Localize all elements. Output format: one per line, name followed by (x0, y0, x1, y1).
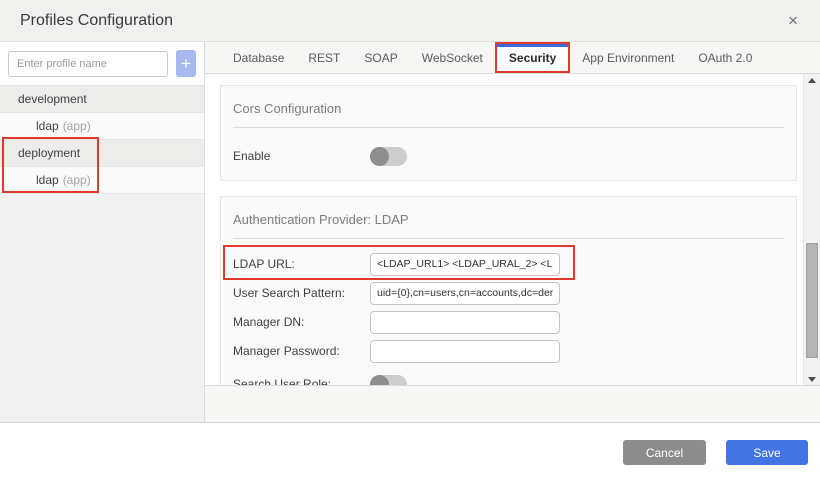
security-settings-content: Cors Configuration Enable Authentication… (205, 74, 803, 385)
tab-bar: Database REST SOAP WebSocket Security Ap… (205, 42, 820, 74)
cors-configuration-section: Cors Configuration Enable (220, 85, 797, 181)
manager-dn-label: Manager DN: (233, 315, 370, 329)
scrollbar-thumb[interactable] (806, 243, 818, 358)
enable-label: Enable (233, 149, 370, 163)
add-profile-button[interactable]: + (176, 50, 196, 77)
dialog-title: Profiles Configuration (20, 12, 173, 30)
toggle-knob-icon (370, 375, 389, 386)
ldap-provider-section: Authentication Provider: LDAP LDAP URL: … (220, 196, 797, 385)
profile-item-deployment[interactable]: deployment (0, 140, 204, 167)
section-divider (233, 238, 784, 239)
profile-item-suffix: (app) (63, 119, 91, 133)
profile-item-development[interactable]: development (0, 86, 204, 113)
manager-password-input[interactable] (370, 340, 560, 363)
profile-create-bar: + (0, 42, 204, 85)
manager-dn-row: Manager DN: (233, 309, 784, 335)
scroll-up-icon (808, 78, 816, 83)
profiles-configuration-dialog: Profiles Configuration × + development l… (0, 0, 820, 480)
main-panel: Database REST SOAP WebSocket Security Ap… (205, 42, 820, 422)
tab-security[interactable]: Security (495, 42, 570, 73)
profile-item-development-ldap[interactable]: ldap (app) (0, 113, 204, 140)
profile-item-label: ldap (36, 173, 59, 187)
tab-oauth[interactable]: OAuth 2.0 (686, 42, 764, 73)
section-title-ldap: Authentication Provider: LDAP (233, 209, 784, 227)
scroll-down-button[interactable] (804, 373, 820, 385)
ldap-url-row: LDAP URL: (233, 251, 784, 277)
dialog-footer: Cancel Save (0, 422, 820, 480)
tab-websocket[interactable]: WebSocket (410, 42, 495, 73)
profile-item-label: ldap (36, 119, 59, 133)
save-button[interactable]: Save (726, 440, 808, 465)
profiles-sidebar: + development ldap (app) deployment ldap… (0, 42, 205, 422)
manager-password-row: Manager Password: (233, 338, 784, 364)
cancel-button[interactable]: Cancel (623, 440, 706, 465)
scroll-up-button[interactable] (804, 74, 820, 86)
profile-item-suffix: (app) (63, 173, 91, 187)
tab-database[interactable]: Database (221, 42, 296, 73)
user-search-pattern-row: User Search Pattern: (233, 280, 784, 306)
profile-name-input[interactable] (8, 51, 168, 77)
search-user-role-row: Search User Role: (233, 372, 784, 385)
section-title-cors: Cors Configuration (233, 98, 784, 116)
plus-icon: + (181, 54, 191, 73)
dialog-titlebar: Profiles Configuration × (0, 0, 820, 42)
profile-item-label: deployment (18, 146, 80, 160)
ldap-url-label: LDAP URL: (233, 257, 370, 271)
profile-list: development ldap (app) deployment ldap (… (0, 85, 204, 194)
tab-content: Cors Configuration Enable Authentication… (205, 74, 820, 385)
ldap-url-input[interactable] (370, 253, 560, 276)
tab-app-environment[interactable]: App Environment (570, 42, 686, 73)
tab-rest[interactable]: REST (296, 42, 352, 73)
search-user-role-toggle[interactable] (370, 375, 407, 386)
vertical-scrollbar[interactable] (803, 74, 820, 385)
tab-active-indicator (497, 44, 568, 47)
user-search-pattern-input[interactable] (370, 282, 560, 305)
content-bottom-strip (205, 385, 820, 422)
close-icon[interactable]: × (788, 12, 798, 29)
cors-enable-toggle[interactable] (370, 147, 407, 166)
search-user-role-label: Search User Role: (233, 377, 370, 385)
manager-password-label: Manager Password: (233, 344, 370, 358)
cors-enable-row: Enable (233, 144, 784, 168)
dialog-body: + development ldap (app) deployment ldap… (0, 42, 820, 422)
user-search-pattern-label: User Search Pattern: (233, 286, 370, 300)
profile-item-label: development (18, 92, 87, 106)
tab-soap[interactable]: SOAP (352, 42, 409, 73)
toggle-knob-icon (370, 147, 389, 166)
section-divider (233, 127, 784, 128)
profile-item-deployment-ldap[interactable]: ldap (app) (0, 167, 204, 194)
manager-dn-input[interactable] (370, 311, 560, 334)
scroll-down-icon (808, 377, 816, 382)
